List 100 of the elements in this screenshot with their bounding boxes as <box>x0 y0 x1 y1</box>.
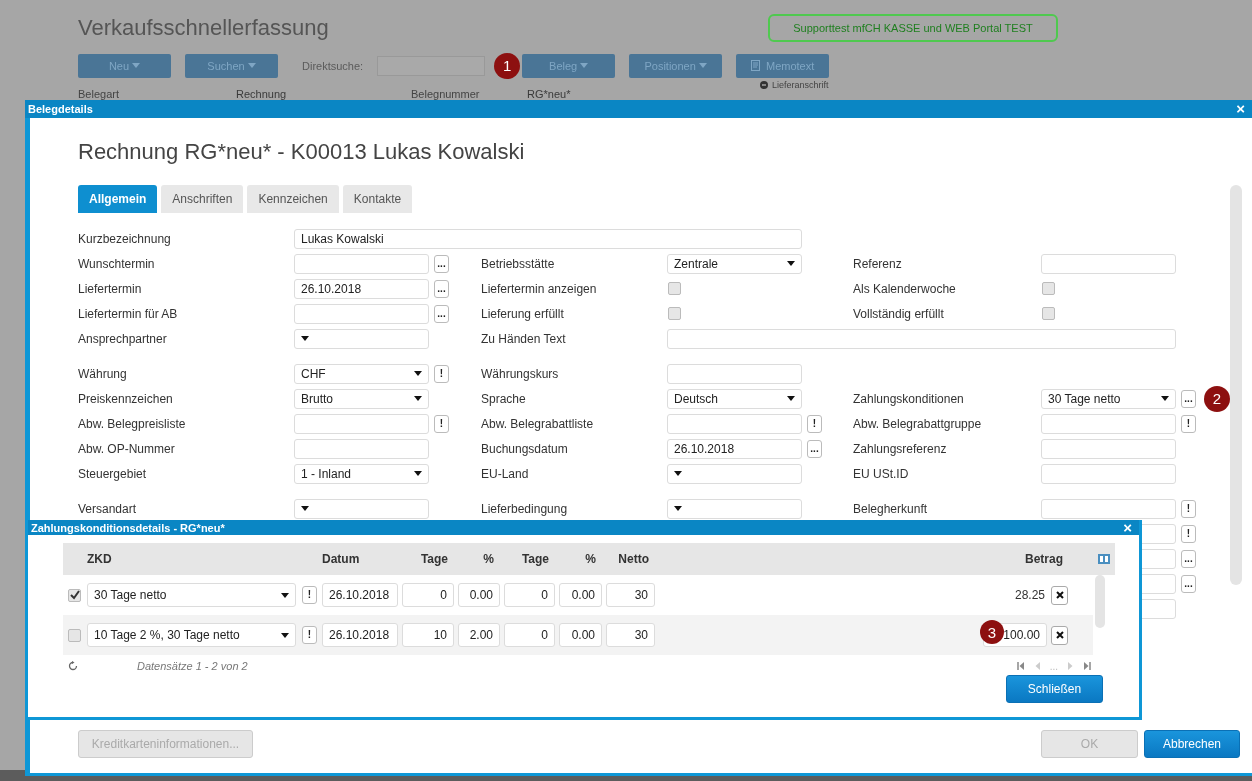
text-field[interactable] <box>1041 413 1176 434</box>
field-label: Belegart <box>78 87 120 100</box>
caret-icon <box>787 396 795 401</box>
close-button[interactable]: × <box>1120 520 1135 535</box>
field-button[interactable]: ! <box>434 414 449 433</box>
dropdown[interactable]: 10 Tage 2 %, 30 Tage netto <box>87 623 296 647</box>
checkbox[interactable] <box>668 307 681 320</box>
caret-icon <box>674 506 682 511</box>
scrollbar[interactable] <box>1230 185 1242 585</box>
caret-icon <box>301 336 309 341</box>
field-button[interactable]: ! <box>434 364 449 383</box>
tab[interactable]: Kontakte <box>342 185 413 213</box>
number-field[interactable]: 0.00 <box>559 583 602 607</box>
refresh-icon <box>68 661 78 671</box>
text-field[interactable]: Lukas Kowalski <box>294 228 802 249</box>
text-field[interactable] <box>667 328 1176 349</box>
tab[interactable]: Anschriften <box>161 185 244 213</box>
columns-icon[interactable] <box>1098 554 1110 564</box>
dialog-button[interactable]: Abbrechen <box>1144 730 1240 758</box>
text-field[interactable] <box>667 363 802 384</box>
column-header: Netto <box>617 552 650 566</box>
caret-icon <box>414 396 422 401</box>
environment-badge: Supporttest mfCH KASSE und WEB Portal TEST <box>768 14 1058 42</box>
dropdown[interactable] <box>667 498 802 519</box>
previous-page-icon <box>1034 662 1040 670</box>
column-header: Betrag <box>1024 552 1064 566</box>
dropdown[interactable]: Zentrale <box>667 253 802 274</box>
caret-icon <box>698 63 707 68</box>
number-field[interactable]: 30 <box>606 583 655 607</box>
text-field[interactable]: 26.10.2018 <box>294 278 429 299</box>
text-field[interactable] <box>294 303 429 324</box>
field-button[interactable]: ! <box>1181 524 1196 543</box>
field-button[interactable]: ! <box>1181 414 1196 433</box>
text-field[interactable] <box>1041 498 1176 519</box>
checkbox[interactable] <box>1042 282 1055 295</box>
remove-button[interactable] <box>1051 585 1068 605</box>
field-button[interactable]: ! <box>807 414 822 433</box>
section-label: Lieferanschrift <box>772 80 829 90</box>
text-field[interactable] <box>294 438 429 459</box>
dropdown[interactable]: 30 Tage netto <box>87 583 296 607</box>
caret-icon <box>132 63 141 68</box>
field-label: Liefertermin für AB <box>78 306 179 321</box>
field-button[interactable]: ! <box>1181 499 1196 518</box>
date-field[interactable]: 26.10.2018 <box>322 583 398 607</box>
amount: 28.25 <box>1013 588 1046 602</box>
field-button[interactable]: ... <box>1181 574 1196 593</box>
number-field[interactable]: 0.00 <box>559 623 602 647</box>
remove-button[interactable] <box>1051 625 1068 645</box>
dropdown[interactable]: 30 Tage netto <box>1041 388 1176 409</box>
date-field[interactable]: 26.10.2018 <box>322 623 398 647</box>
field-button[interactable]: ... <box>434 254 449 273</box>
field-label: Sprache <box>481 391 527 406</box>
checkbox[interactable] <box>668 282 681 295</box>
checkbox[interactable] <box>1042 307 1055 320</box>
tab[interactable]: Kennzeichen <box>247 185 339 213</box>
scrollbar[interactable] <box>1095 575 1105 628</box>
refresh-button[interactable] <box>68 661 78 671</box>
text-field[interactable] <box>294 253 429 274</box>
dropdown[interactable] <box>294 328 429 349</box>
text-field[interactable] <box>294 413 429 434</box>
field-button[interactable]: ... <box>807 439 822 458</box>
caret-icon <box>1161 396 1169 401</box>
number-field[interactable]: 0 <box>402 583 454 607</box>
column-header: Tage <box>419 552 449 566</box>
dropdown[interactable] <box>667 463 802 484</box>
field-button[interactable]: ... <box>1181 389 1196 408</box>
column-header: ZKD <box>86 552 113 566</box>
dropdown[interactable]: CHF <box>294 363 429 384</box>
number-field[interactable]: 30 <box>606 623 655 647</box>
number-field[interactable]: 0.00 <box>458 583 500 607</box>
field-label: Währungskurs <box>481 366 560 381</box>
number-field[interactable]: 0 <box>504 583 555 607</box>
field-label: Währung <box>78 366 128 381</box>
search-label: Direktsuche: <box>302 59 364 72</box>
text-field[interactable] <box>667 413 802 434</box>
dropdown[interactable]: 1 - Inland <box>294 463 429 484</box>
checkbox[interactable] <box>68 628 81 642</box>
close-button[interactable]: × <box>1233 102 1248 116</box>
number-field[interactable]: 0 <box>504 623 555 647</box>
text-field[interactable] <box>1041 463 1176 484</box>
field-button[interactable]: ... <box>434 279 449 298</box>
text-field[interactable]: 26.10.2018 <box>667 438 802 459</box>
number-field[interactable]: 2.00 <box>458 623 500 647</box>
dropdown[interactable]: Deutsch <box>667 388 802 409</box>
field-button[interactable]: ! <box>302 586 317 604</box>
dropdown[interactable]: Brutto <box>294 388 429 409</box>
caret-icon <box>674 471 682 476</box>
field-button[interactable]: ... <box>1181 549 1196 568</box>
number-field[interactable]: 10 <box>402 623 454 647</box>
close-button[interactable]: Schließen <box>1006 675 1103 703</box>
text-field[interactable] <box>1041 253 1176 274</box>
tab[interactable]: Allgemein <box>78 185 158 213</box>
field-button[interactable]: ! <box>302 626 317 644</box>
dropdown[interactable] <box>294 498 429 519</box>
field-button[interactable]: ... <box>434 304 449 323</box>
column-header: % <box>584 552 597 566</box>
field-label: Steuergebiet <box>78 466 148 481</box>
checkbox[interactable] <box>68 588 81 602</box>
text-field[interactable] <box>1041 438 1176 459</box>
step-marker: 2 <box>1204 385 1230 412</box>
